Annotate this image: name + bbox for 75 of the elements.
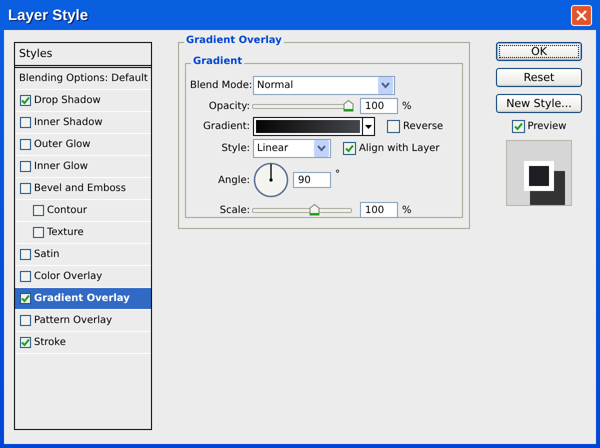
chevron-icon bbox=[378, 77, 393, 94]
field-label: Gradient: bbox=[202, 121, 250, 132]
unit-label: ° bbox=[335, 169, 340, 180]
list-item[interactable]: Bevel and Emboss bbox=[15, 178, 151, 200]
list-item[interactable]: Blending Options: Default bbox=[15, 68, 151, 90]
item-label: Texture bbox=[47, 227, 84, 238]
item-label: Gradient Overlay bbox=[34, 293, 130, 304]
list-item[interactable]: Pattern Overlay bbox=[15, 310, 151, 332]
list-item[interactable]: Inner Shadow bbox=[15, 112, 151, 134]
list-item[interactable]: Gradient Overlay bbox=[15, 288, 151, 310]
panel-title: Gradient Overlay bbox=[184, 35, 284, 46]
style-dropdown[interactable]: Linear bbox=[253, 139, 331, 158]
input-field[interactable]: 100 bbox=[360, 98, 398, 114]
preview-thumbnail bbox=[507, 141, 571, 205]
checkbox[interactable] bbox=[20, 139, 31, 150]
slider-thumb[interactable] bbox=[343, 100, 354, 112]
list-item[interactable]: Stroke bbox=[15, 332, 151, 354]
checkbox[interactable] bbox=[20, 293, 31, 304]
blend-mode-dropdown[interactable]: Normal bbox=[253, 76, 395, 95]
item-label: Color Overlay bbox=[34, 271, 102, 282]
checkbox[interactable] bbox=[20, 249, 31, 260]
item-label: Drop Shadow bbox=[34, 95, 101, 106]
item-label: Inner Shadow bbox=[34, 117, 103, 128]
list-item[interactable]: Drop Shadow bbox=[15, 90, 151, 112]
item-label: Outer Glow bbox=[34, 139, 90, 150]
checkbox[interactable] bbox=[387, 120, 400, 133]
dialog-button[interactable]: New Style... bbox=[496, 94, 582, 113]
gradient-picker[interactable] bbox=[253, 117, 375, 136]
list-item[interactable]: Satin bbox=[15, 244, 151, 266]
field-label: Blend Mode: bbox=[190, 80, 250, 91]
checkbox[interactable] bbox=[20, 161, 31, 172]
window-title: Layer Style bbox=[8, 6, 88, 24]
item-label: Bevel and Emboss bbox=[34, 183, 126, 194]
unit-label: % bbox=[402, 100, 412, 112]
list-header: Styles bbox=[15, 43, 151, 68]
item-label: Inner Glow bbox=[34, 161, 88, 172]
input-field[interactable]: 90 bbox=[293, 172, 331, 188]
list-item[interactable]: Outer Glow bbox=[15, 134, 151, 156]
unit-label: % bbox=[402, 204, 412, 216]
checkbox-label: Preview bbox=[528, 121, 566, 132]
checkbox[interactable] bbox=[20, 271, 31, 282]
checkbox[interactable] bbox=[512, 120, 525, 133]
input-field[interactable]: 100 bbox=[360, 202, 398, 218]
list-item[interactable]: Inner Glow bbox=[15, 156, 151, 178]
dialog-button[interactable]: OK bbox=[496, 42, 582, 61]
checkbox[interactable] bbox=[20, 337, 31, 348]
field-label: Scale: bbox=[218, 204, 250, 216]
slider[interactable] bbox=[250, 204, 354, 216]
dialog-button[interactable]: Reset bbox=[496, 68, 582, 87]
checkbox[interactable] bbox=[33, 205, 44, 216]
group-title: Gradient bbox=[191, 56, 244, 67]
field-label: Angle: bbox=[217, 174, 250, 186]
checkbox[interactable] bbox=[20, 183, 31, 194]
checkbox[interactable] bbox=[20, 95, 31, 106]
item-label: Contour bbox=[47, 205, 87, 216]
close-button[interactable] bbox=[571, 4, 592, 26]
item-label: Satin bbox=[34, 249, 60, 260]
checkbox[interactable] bbox=[343, 142, 356, 155]
chevron-icon bbox=[314, 140, 329, 157]
checkbox[interactable] bbox=[33, 227, 44, 238]
angle-dial[interactable] bbox=[253, 162, 289, 198]
item-label: Stroke bbox=[34, 337, 66, 348]
slider[interactable] bbox=[250, 100, 354, 112]
field-label: Opacity: bbox=[208, 100, 250, 112]
caret-icon bbox=[365, 124, 372, 128]
checkbox-label: Reverse bbox=[403, 121, 444, 132]
checkbox[interactable] bbox=[20, 315, 31, 326]
list-item[interactable]: Contour bbox=[15, 200, 151, 222]
checkbox[interactable] bbox=[20, 117, 31, 128]
slider-thumb[interactable] bbox=[308, 204, 320, 216]
list-item[interactable]: Texture bbox=[15, 222, 151, 244]
field-label: Style: bbox=[220, 143, 250, 154]
item-label: Pattern Overlay bbox=[34, 315, 112, 326]
checkbox-label: Align with Layer bbox=[359, 143, 440, 154]
close-icon bbox=[575, 8, 588, 22]
